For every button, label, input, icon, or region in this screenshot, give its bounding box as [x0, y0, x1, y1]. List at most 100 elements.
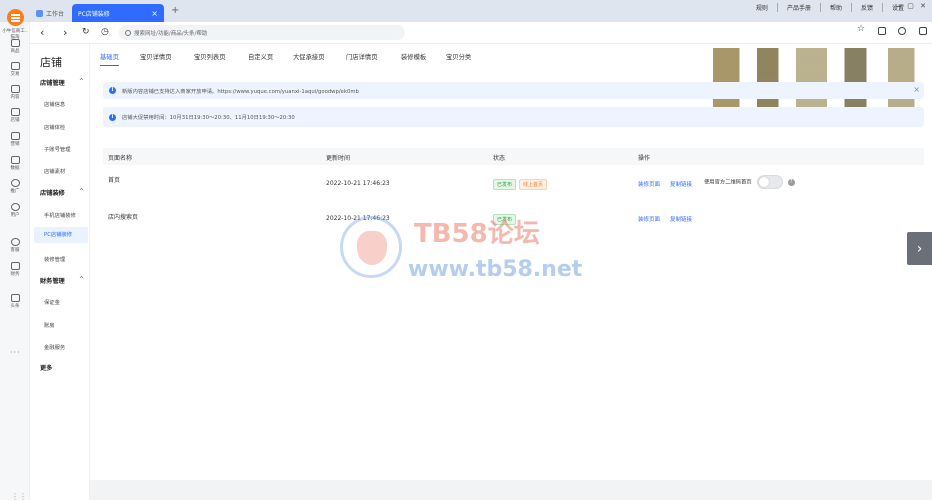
tab-promotion-landing[interactable]: 大促承接页 [293, 52, 324, 61]
watermark-url: www.tb58.net [408, 257, 583, 282]
tab-item-detail[interactable]: 宝贝详情页 [140, 52, 171, 61]
homepage-badge: 线上首页 [519, 179, 548, 190]
subnav-deposit[interactable]: 保证金 [44, 298, 60, 306]
status-badge: 已发布 [493, 214, 517, 225]
actions-cell: 装修页面 复制链接 [638, 180, 692, 188]
tab-item-categories[interactable]: 宝贝分类 [446, 52, 471, 61]
group-label: 店铺装修 [40, 190, 65, 197]
decorate-page-link[interactable]: 装修页面 [638, 217, 660, 223]
app-logo[interactable] [7, 9, 24, 26]
forward-icon[interactable]: › [63, 26, 67, 39]
search-input[interactable]: 搜索网址/功能/商品/头条/帮助 [119, 25, 405, 40]
chevron-up-icon: ^ [78, 78, 84, 85]
bottom-band [90, 480, 932, 500]
decorate-page-link[interactable]: 装修页面 [638, 182, 660, 188]
subnav-decoration-management[interactable]: 装修管理 [44, 255, 65, 263]
info-icon: i [109, 87, 116, 94]
rail-label-service: 客服 [10, 248, 20, 253]
rail-item-promotion[interactable]: 推广 [0, 179, 30, 194]
th-status: 状态 [493, 155, 506, 162]
tab-pc-label: PC店铺装修 [78, 10, 110, 18]
tab-basic-page[interactable]: 基础页 [100, 52, 119, 66]
rail-item-store[interactable]: 店铺 [0, 108, 30, 123]
rail-item-marketing[interactable]: 营销 [0, 132, 30, 147]
rail-item-goods[interactable]: 商品 [0, 39, 30, 54]
tab-custom-page[interactable]: 自定义页 [248, 52, 273, 61]
tab-store-detail[interactable]: 门店详情页 [346, 52, 377, 61]
group-store-management[interactable]: 店铺管理 ^ [40, 78, 88, 87]
address-bar: ‹ › ↻ ◷ 搜索网址/功能/商品/头条/帮助 ☆ [30, 22, 932, 44]
new-tab-button[interactable]: + [171, 5, 179, 16]
status-badge: 已发布 [493, 179, 517, 190]
window-titlebar: 工作台 PC店铺装修 × + 规则 产品手册 帮助 反馈 设置 — ▢ ✕ [0, 0, 932, 22]
help-icon[interactable]: ? [787, 178, 795, 186]
chevron-right-icon[interactable]: › [907, 232, 932, 265]
wallet-icon [10, 262, 20, 270]
history-icon[interactable]: ◷ [101, 27, 109, 37]
rail-item-users[interactable]: 用户 [0, 203, 30, 218]
tab-pc-store-decoration[interactable]: PC店铺装修 × [72, 4, 164, 22]
subnav-pc-decoration[interactable]: PC店铺装修 [34, 227, 88, 243]
more-dots-icon[interactable]: ··· [10, 348, 21, 357]
group-label: 财务管理 [40, 278, 65, 285]
notification-icon[interactable] [919, 27, 927, 35]
subnav-store-assets[interactable]: 店铺素材 [44, 167, 65, 175]
table-row: 首页 2022-10-21 17:46:23 已发布 线上首页 装修页面 复制链接… [103, 170, 924, 200]
rail-item-content[interactable]: 内容 [0, 85, 30, 100]
qr-label: 使用官方二维码首页 [704, 179, 752, 186]
subnav-more[interactable]: 更多 [40, 363, 88, 372]
notice-text: 新版内容店铺已支持达入商家开放申请。https://www.yuque.com/… [122, 88, 359, 95]
close-tab-icon[interactable]: × [151, 9, 158, 18]
rail-item-headlines[interactable]: 头条 [0, 294, 30, 309]
menu-manual[interactable]: 产品手册 [776, 3, 811, 12]
copy-link[interactable]: 复制链接 [670, 182, 692, 188]
workbench-icon [36, 9, 43, 17]
group-label: 店铺管理 [40, 80, 65, 87]
window-controls[interactable]: — ▢ ✕ [894, 2, 928, 10]
tab-workbench[interactable]: 工作台 [30, 4, 70, 22]
subnav-store-checkup[interactable]: 店铺体检 [44, 123, 65, 131]
menu-feedback[interactable]: 反馈 [850, 3, 873, 12]
table-row: 店内搜索页 2022-10-21 17:46:23 已发布 装修页面 复制链接 [103, 208, 924, 232]
close-icon[interactable]: × [913, 85, 920, 94]
rail-label-finance: 财务 [10, 272, 20, 277]
subnav-accounts[interactable]: 账房 [44, 321, 55, 329]
user-icon [10, 203, 20, 211]
subnav-mobile-decoration[interactable]: 手机店铺装修 [44, 211, 76, 219]
menu-help[interactable]: 帮助 [819, 3, 842, 12]
qr-toggle[interactable] [756, 175, 783, 189]
table-header: 页面名称 更新时间 状态 操作 [103, 148, 924, 165]
group-finance-management[interactable]: 财务管理 ^ [40, 276, 88, 285]
subnav-store-info[interactable]: 店铺信息 [44, 100, 65, 108]
rail-item-data[interactable]: 数据 [0, 156, 30, 171]
back-icon[interactable]: ‹ [40, 26, 44, 39]
copy-link[interactable]: 复制链接 [670, 217, 692, 223]
rail-label-goods: 商品 [10, 49, 20, 54]
rail-label-headlines: 头条 [10, 304, 20, 309]
subnav-financial-services[interactable]: 金融服务 [44, 343, 65, 351]
clock-icon[interactable] [898, 27, 906, 35]
location-icon [10, 179, 20, 187]
update-time: 2022-10-21 17:46:23 [326, 180, 390, 187]
goods-icon [10, 39, 20, 47]
tab-item-list[interactable]: 宝贝列表页 [194, 52, 225, 61]
rail-item-finance[interactable]: 财务 [0, 262, 30, 277]
star-icon[interactable]: ☆ [857, 24, 865, 34]
page-name: 首页 [108, 177, 121, 184]
group-store-decoration[interactable]: 店铺装修 ^ [40, 188, 88, 197]
rail-label-content: 内容 [10, 95, 20, 100]
subnav-subaccounts[interactable]: 子账号管理 [44, 145, 71, 153]
status-cell: 已发布 [493, 214, 519, 225]
notice-content-store: i 新版内容店铺已支持达入商家开放申请。https://www.yuque.co… [103, 82, 924, 99]
rail-item-orders[interactable]: 交易 [0, 62, 30, 77]
notice-text: 店铺大促禁用时间：10月31日19:30～20:30、11月10日19:30～2… [122, 115, 295, 121]
refresh-icon[interactable]: ↻ [82, 27, 90, 37]
rail-item-service[interactable]: 客服 [0, 238, 30, 253]
rail-label-data: 数据 [10, 166, 20, 171]
files-icon[interactable] [878, 27, 886, 35]
tab-templates[interactable]: 装修模板 [401, 52, 426, 61]
status-cell: 已发布 线上首页 [493, 179, 550, 190]
actions-cell: 装修页面 复制链接 [638, 215, 692, 223]
notice-promotion-blackout: i 店铺大促禁用时间：10月31日19:30～20:30、11月10日19:30… [103, 107, 924, 127]
menu-rules[interactable]: 规则 [756, 3, 768, 12]
